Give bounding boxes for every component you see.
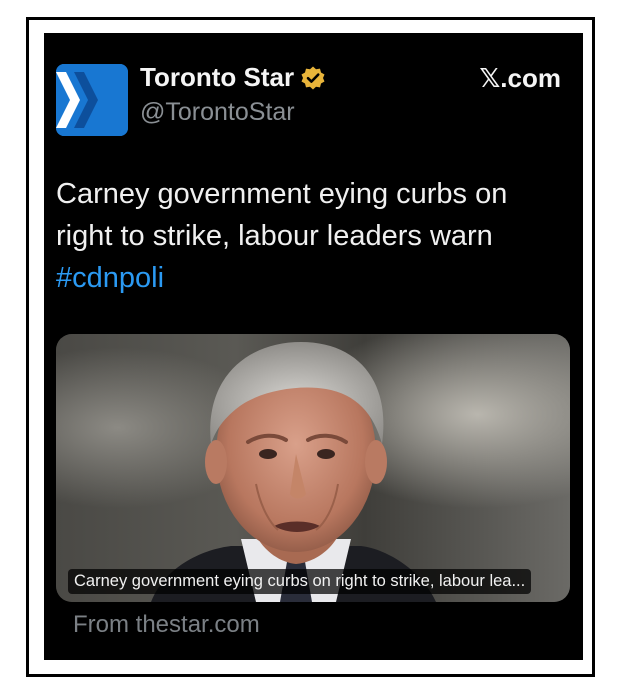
tweet-text: Carney government eying curbs on right t… xyxy=(56,173,566,299)
tweet-card[interactable]: Toronto Star @TorontoStar 𝕏.com Carney g… xyxy=(44,33,583,660)
link-preview-title[interactable]: Carney government eying curbs on right t… xyxy=(68,569,532,594)
verified-badge-icon xyxy=(300,65,326,91)
link-preview-card[interactable]: Carney government eying curbs on right t… xyxy=(56,334,570,602)
avatar[interactable] xyxy=(56,64,128,136)
tweet-body: Carney government eying curbs on right t… xyxy=(56,178,508,252)
link-source[interactable]: From thestar.com xyxy=(73,611,260,639)
toronto-star-logo-icon xyxy=(56,64,128,136)
article-photo xyxy=(56,334,570,602)
platform-label[interactable]: 𝕏.com xyxy=(479,63,561,94)
author-handle[interactable]: @TorontoStar xyxy=(140,98,295,127)
author-name[interactable]: Toronto Star xyxy=(140,62,326,93)
author-name-text[interactable]: Toronto Star xyxy=(140,62,294,93)
hashtag-link[interactable]: #cdnpoli xyxy=(56,257,566,299)
